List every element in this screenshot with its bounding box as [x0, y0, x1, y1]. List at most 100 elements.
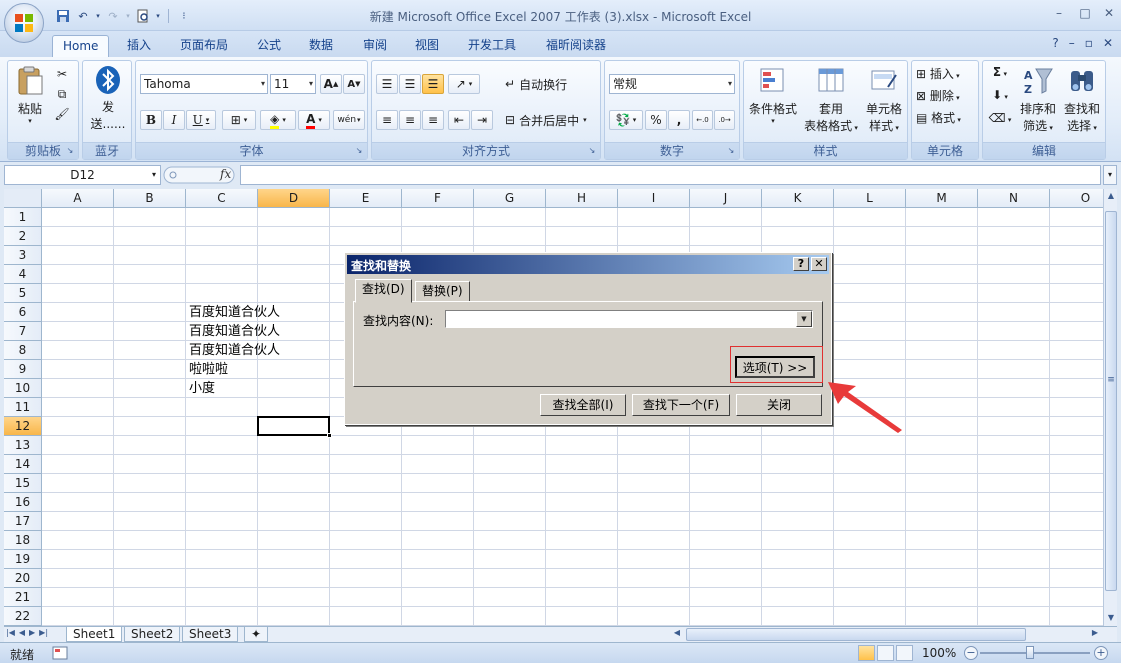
row-header-9[interactable]: 9 — [4, 360, 42, 379]
borders-button[interactable]: ⊞ ▾ — [222, 110, 256, 130]
dialog-help-button[interactable]: ? — [793, 257, 809, 271]
find-all-button[interactable]: 查找全部(I) — [540, 394, 626, 416]
zoom-level[interactable]: 100% — [922, 646, 956, 660]
column-header-g[interactable]: G — [474, 189, 546, 208]
vertical-scroll-thumb[interactable] — [1105, 211, 1117, 591]
align-center-button[interactable]: ≡ — [399, 110, 421, 130]
dialog-launcher-icon[interactable]: ↘ — [65, 146, 75, 156]
increase-decimal-button[interactable]: ←.0 — [692, 110, 713, 130]
percent-button[interactable]: % — [645, 110, 667, 130]
cell-styles-button[interactable]: 单元格 样式 ▾ — [862, 65, 906, 134]
tab-replace[interactable]: 替换(P) — [415, 281, 470, 302]
font-color-button[interactable]: A ▾ — [298, 110, 330, 130]
dialog-launcher-icon[interactable]: ↘ — [726, 146, 736, 156]
ribbon-close-icon[interactable]: ✕ — [1103, 36, 1113, 50]
column-header-e[interactable]: E — [330, 189, 402, 208]
column-header-d[interactable]: D — [258, 189, 330, 208]
delete-cells-button[interactable]: ⊠ 删除 ▾ — [916, 87, 978, 104]
scroll-right-icon[interactable]: ▶ — [1088, 628, 1102, 637]
increase-indent-button[interactable]: ⇥ — [471, 110, 493, 130]
format-as-table-button[interactable]: 套用 表格格式 ▾ — [800, 65, 862, 134]
column-header-l[interactable]: L — [834, 189, 906, 208]
sort-filter-button[interactable]: AZ 排序和 筛选 ▾ — [1017, 65, 1059, 134]
chevron-down-icon[interactable]: ▼ — [796, 311, 812, 327]
row-header-16[interactable]: 16 — [4, 493, 42, 512]
tab-formulas[interactable]: 公式 — [247, 35, 291, 57]
row-header-7[interactable]: 7 — [4, 322, 42, 341]
column-header-i[interactable]: I — [618, 189, 690, 208]
column-header-f[interactable]: F — [402, 189, 474, 208]
align-top-button[interactable]: ☰ — [376, 74, 398, 94]
align-left-button[interactable]: ≡ — [376, 110, 398, 130]
row-header-15[interactable]: 15 — [4, 474, 42, 493]
paste-button[interactable]: 粘贴 ▾ — [12, 65, 48, 125]
row-header-14[interactable]: 14 — [4, 455, 42, 474]
vertical-scrollbar[interactable]: ▲ ≡ ▼ — [1103, 189, 1117, 626]
tab-data[interactable]: 数据 — [299, 35, 343, 57]
active-cell-border[interactable] — [257, 416, 332, 438]
tab-find[interactable]: 查找(D) — [355, 279, 412, 303]
ribbon-restore-icon[interactable]: ▫ — [1085, 36, 1093, 50]
office-button[interactable] — [4, 3, 44, 43]
sheet-tab-sheet1[interactable]: Sheet1 — [66, 627, 123, 642]
column-header-j[interactable]: J — [690, 189, 762, 208]
row-header-12[interactable]: 12 — [4, 417, 42, 436]
minimize-button[interactable]: – — [1048, 6, 1070, 20]
conditional-formatting-button[interactable]: 条件格式 ▾ — [746, 65, 800, 125]
copy-icon[interactable]: ⧉ — [54, 87, 70, 103]
wrap-text-button[interactable]: ↵ 自动换行 — [500, 74, 598, 94]
maximize-button[interactable]: □ — [1074, 6, 1096, 20]
row-header-6[interactable]: 6 — [4, 303, 42, 322]
fill-color-button[interactable]: ◈ ▾ — [260, 110, 296, 130]
horizontal-scroll-thumb[interactable] — [686, 628, 1026, 641]
column-header-k[interactable]: K — [762, 189, 834, 208]
tab-view[interactable]: 视图 — [405, 35, 449, 57]
zoom-out-icon[interactable]: − — [964, 646, 978, 660]
dialog-title-bar[interactable]: 查找和替换 ? ✕ — [347, 255, 829, 274]
zoom-slider-thumb[interactable] — [1026, 646, 1034, 659]
last-sheet-icon[interactable]: ▶| — [39, 628, 48, 637]
next-sheet-icon[interactable]: ▶ — [29, 628, 35, 637]
tab-foxit-reader[interactable]: 福昕阅读器 — [536, 35, 616, 57]
clear-button[interactable]: ⌫ ▾ — [987, 111, 1013, 125]
find-what-input[interactable]: ▼ — [445, 310, 813, 328]
help-icon[interactable]: ? — [1052, 36, 1058, 50]
formula-input[interactable] — [240, 165, 1101, 185]
fill-button[interactable]: ⬇ ▾ — [987, 88, 1013, 102]
paste-dropdown-icon[interactable]: ▾ — [12, 117, 48, 125]
normal-view-icon[interactable] — [858, 645, 875, 661]
phonetic-button[interactable]: wén ▾ — [333, 110, 365, 130]
row-header-5[interactable]: 5 — [4, 284, 42, 303]
cell-c9[interactable]: 啦啦啦 — [186, 360, 228, 379]
select-all-corner[interactable] — [4, 189, 42, 208]
row-header-13[interactable]: 13 — [4, 436, 42, 455]
zoom-in-icon[interactable]: + — [1094, 646, 1108, 660]
cell-c7[interactable]: 百度知道合伙人 — [186, 322, 280, 341]
italic-button[interactable]: I — [163, 110, 185, 130]
sheet-tab-sheet3[interactable]: Sheet3 — [182, 627, 239, 642]
autosum-button[interactable]: Σ ▾ — [987, 65, 1013, 79]
row-header-19[interactable]: 19 — [4, 550, 42, 569]
column-header-o[interactable]: O — [1050, 189, 1103, 208]
row-header-8[interactable]: 8 — [4, 341, 42, 360]
sheet-tab-sheet2[interactable]: Sheet2 — [124, 627, 181, 642]
comma-button[interactable]: , — [668, 110, 690, 130]
cell-c6[interactable]: 百度知道合伙人 — [186, 303, 280, 322]
ribbon-minimize-icon[interactable]: – — [1069, 36, 1075, 50]
scroll-up-icon[interactable]: ▲ — [1104, 191, 1118, 200]
dialog-close-icon[interactable]: ✕ — [811, 257, 827, 271]
font-size-combo[interactable]: 11 ▾ — [270, 74, 316, 94]
column-header-n[interactable]: N — [978, 189, 1050, 208]
dialog-launcher-icon[interactable]: ↘ — [354, 146, 364, 156]
grow-font-button[interactable]: A ▲ — [320, 74, 342, 94]
column-header-a[interactable]: A — [42, 189, 114, 208]
number-format-combo[interactable]: 常规 ▾ — [609, 74, 735, 94]
zoom-slider[interactable] — [980, 652, 1090, 654]
bold-button[interactable]: B — [140, 110, 162, 130]
row-header-4[interactable]: 4 — [4, 265, 42, 284]
tab-insert[interactable]: 插入 — [117, 35, 161, 57]
send-bluetooth-button[interactable]: 发 送...... — [87, 65, 129, 132]
scroll-left-icon[interactable]: ◀ — [670, 628, 684, 637]
close-window-button[interactable]: ✕ — [1098, 6, 1120, 20]
macro-record-icon[interactable] — [52, 646, 68, 660]
